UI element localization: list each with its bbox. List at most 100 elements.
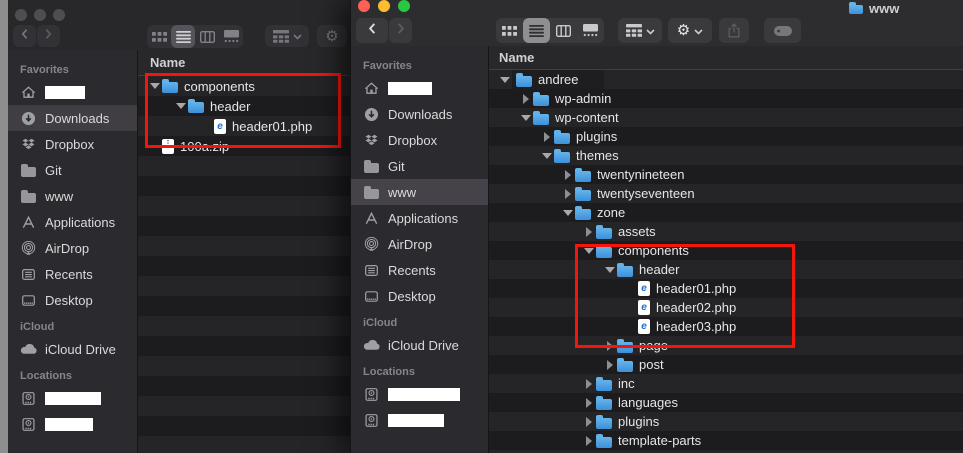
disclosure-triangle[interactable] — [148, 83, 162, 89]
disclosure-triangle[interactable] — [174, 103, 188, 109]
icon-view-button[interactable] — [496, 18, 523, 43]
tree-row-themes[interactable]: themes — [489, 146, 963, 165]
tree-row-twentynineteen[interactable]: twentynineteen — [489, 165, 963, 184]
sidebar-item-airdrop[interactable]: AirDrop — [351, 231, 488, 257]
sidebar-item-www[interactable]: www — [351, 179, 488, 205]
disclosure-triangle[interactable] — [561, 189, 575, 199]
sidebar-item-applications[interactable]: Applications — [351, 205, 488, 231]
disclosure-triangle[interactable] — [603, 360, 617, 370]
disclosure-triangle[interactable] — [540, 132, 554, 142]
disclosure-triangle[interactable] — [561, 210, 575, 216]
sidebar-item-www[interactable]: www — [8, 183, 137, 209]
disclosure-triangle[interactable] — [582, 436, 596, 446]
sidebar-item-icloud-drive[interactable]: iCloud Drive — [8, 336, 137, 362]
sidebar-item-desktop[interactable]: Desktop — [351, 283, 488, 309]
column-view-button[interactable] — [195, 25, 219, 48]
back-button[interactable] — [356, 18, 388, 43]
tree-row-plugins[interactable]: plugins — [489, 127, 963, 146]
tree-row-header03-php[interactable]: e header03.php — [489, 317, 963, 336]
sidebar-item-downloads[interactable]: Downloads — [8, 105, 137, 131]
disclosure-triangle[interactable] — [540, 153, 554, 159]
tree-row-languages[interactable]: languages — [489, 393, 963, 412]
column-header-name[interactable]: Name — [138, 50, 350, 76]
tree-row-page[interactable]: page — [489, 336, 963, 355]
sidebar-item-airdrop[interactable]: AirDrop — [8, 235, 137, 261]
action-button[interactable]: ⚙ — [668, 18, 712, 43]
disclosure-triangle[interactable] — [519, 115, 533, 121]
tag-button[interactable] — [764, 18, 801, 43]
tree-row-header01-php[interactable]: e header01.php — [138, 116, 350, 136]
sidebar-item-dropbox[interactable]: Dropbox — [351, 127, 488, 153]
sidebar-item-redacted[interactable] — [8, 411, 137, 437]
disclosure-triangle[interactable] — [519, 94, 533, 104]
share-button[interactable] — [719, 18, 749, 43]
disclosure-triangle[interactable] — [582, 398, 596, 408]
back-button[interactable] — [13, 25, 36, 47]
tree-row-template-parts[interactable]: template-parts — [489, 431, 963, 450]
icon-view-button[interactable] — [147, 25, 171, 48]
zoom-button-inactive[interactable] — [53, 9, 65, 21]
left-titlebar[interactable]: ⚙ — [8, 0, 350, 50]
group-button[interactable] — [618, 18, 662, 43]
tree-row-assets[interactable]: assets — [489, 222, 963, 241]
tree-row-wp-content[interactable]: wp-content — [489, 108, 963, 127]
sidebar-item-redacted[interactable] — [8, 385, 137, 411]
sidebar-item-icloud-drive[interactable]: iCloud Drive — [351, 332, 488, 358]
sidebar-item-git[interactable]: Git — [351, 153, 488, 179]
finder-window-right[interactable]: www ⚙ Favorites Downloads Dropbox Git ww… — [350, 0, 963, 453]
sidebar-item-git[interactable]: Git — [8, 157, 137, 183]
disclosure-triangle[interactable] — [498, 77, 512, 83]
close-button-inactive[interactable] — [15, 9, 27, 21]
tree-row-wp-admin[interactable]: wp-admin — [489, 89, 963, 108]
sidebar-item-label: Dropbox — [388, 132, 438, 148]
sidebar-item-applications[interactable]: Applications — [8, 209, 137, 235]
sidebar-item-redacted[interactable] — [8, 79, 137, 105]
disclosure-triangle[interactable] — [561, 170, 575, 180]
disclosure-triangle[interactable] — [582, 417, 596, 427]
gallery-view-button[interactable] — [577, 18, 604, 43]
sidebar-item-desktop[interactable]: Desktop — [8, 287, 137, 313]
tree-row-post[interactable]: post — [489, 355, 963, 374]
tree-row-header02-php[interactable]: e header02.php — [489, 298, 963, 317]
tree-row-header[interactable]: header — [489, 260, 963, 279]
column-view-icon — [199, 30, 215, 43]
forward-button[interactable] — [37, 25, 60, 47]
sidebar-item-downloads[interactable]: Downloads — [351, 101, 488, 127]
finder-window-left[interactable]: ⚙ Favorites Downloads Dropbox Git www Applica… — [8, 0, 350, 453]
gallery-view-button[interactable] — [219, 25, 243, 48]
sidebar-item-recents[interactable]: Recents — [8, 261, 137, 287]
tree-row-zone[interactable]: zone — [489, 203, 963, 222]
sidebar-item-recents[interactable]: Recents — [351, 257, 488, 283]
disclosure-triangle[interactable] — [603, 267, 617, 273]
sidebar-item-label: Git — [388, 158, 405, 174]
disclosure-triangle[interactable] — [582, 248, 596, 254]
sidebar-item-redacted[interactable] — [351, 407, 488, 433]
sidebar-item-dropbox[interactable]: Dropbox — [8, 131, 137, 157]
tree-row-twentyseventeen[interactable]: twentyseventeen — [489, 184, 963, 203]
tree-row-components[interactable]: components — [138, 76, 350, 96]
tree-row-andree[interactable]: andree — [489, 70, 963, 89]
tree-row-plugins[interactable]: plugins — [489, 412, 963, 431]
disclosure-triangle[interactable] — [582, 379, 596, 389]
tree-row-inc[interactable]: inc — [489, 374, 963, 393]
tree-row-components[interactable]: components — [489, 241, 963, 260]
tree-row-header01-php[interactable]: e header01.php — [489, 279, 963, 298]
zoom-button[interactable] — [398, 0, 410, 12]
tree-row-100a-zip[interactable]: 100a.zip — [138, 136, 350, 156]
right-titlebar[interactable]: www ⚙ — [351, 0, 963, 46]
column-header-name[interactable]: Name — [489, 46, 963, 70]
forward-button[interactable] — [389, 18, 412, 43]
group-button[interactable] — [265, 25, 309, 47]
tree-row-header[interactable]: header — [138, 96, 350, 116]
list-view-button[interactable] — [523, 18, 550, 43]
list-view-button[interactable] — [171, 25, 195, 48]
disclosure-triangle[interactable] — [603, 341, 617, 351]
disclosure-triangle[interactable] — [582, 227, 596, 237]
minimize-button[interactable] — [378, 0, 390, 12]
close-button[interactable] — [358, 0, 370, 12]
action-button[interactable]: ⚙ — [317, 25, 347, 47]
column-view-button[interactable] — [550, 18, 577, 43]
sidebar-item-redacted[interactable] — [351, 75, 488, 101]
minimize-button-inactive[interactable] — [34, 9, 46, 21]
sidebar-item-redacted[interactable] — [351, 381, 488, 407]
